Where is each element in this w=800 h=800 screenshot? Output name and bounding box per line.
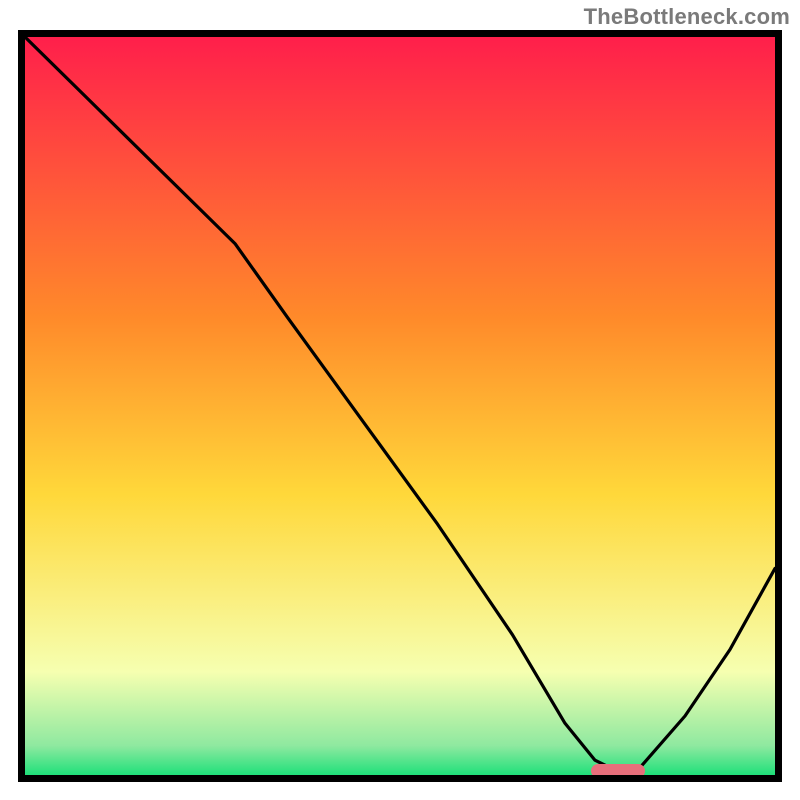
bottleneck-curve bbox=[25, 37, 775, 775]
chart-plot-area bbox=[25, 37, 775, 775]
optimal-point-marker bbox=[591, 764, 645, 775]
watermark-text: TheBottleneck.com bbox=[584, 4, 790, 30]
chart-frame bbox=[18, 30, 782, 782]
